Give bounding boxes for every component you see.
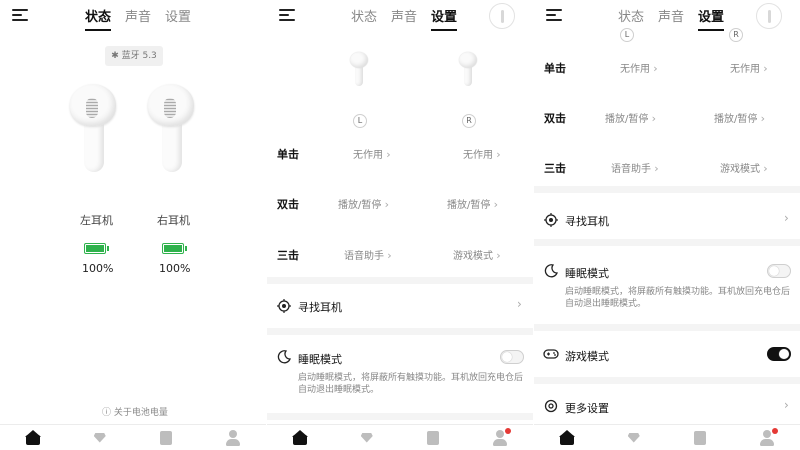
store-icon[interactable] [692,430,708,446]
settings-screen-top: 状态 声音 设置 L R 单击 无作用 › 无作用 › 双击 播放/暂停 › 播… [267,0,533,450]
tab-status[interactable]: 状态 [351,6,377,31]
sleep-mode-toggle[interactable] [500,350,524,364]
triple-tap-right[interactable]: 游戏模式 › [453,247,501,262]
triple-tap-title: 三击 [544,162,566,175]
double-tap-right[interactable]: 播放/暂停 › [714,110,765,125]
left-earbud-image [350,52,368,86]
earbud-thumbnail-icon [756,3,782,29]
right-battery-percent: 100% [159,262,191,275]
single-tap-right[interactable]: 无作用 › [730,60,768,75]
moon-icon [544,264,558,278]
sleep-mode-description: 启动睡眠模式，将屏蔽所有触摸功能。耳机放回充电仓后自动退出睡眠模式。 [565,287,791,309]
game-mode-toggle[interactable] [767,347,791,361]
menu-icon[interactable] [12,8,28,22]
right-badge: R [462,114,476,128]
screenshot-collage: 状态 声音 设置 ✱ 蓝牙 5.3 左耳机 右耳机 100% 100% ⓘ 关于… [0,0,800,450]
single-tap-left[interactable]: 无作用 › [353,146,391,161]
diamond-icon[interactable] [359,430,375,446]
gamepad-icon [543,349,559,359]
sleep-mode-description: 启动睡眠模式，将屏蔽所有触摸功能。耳机放回充电仓后自动退出睡眠模式。 [298,373,524,395]
about-battery-link[interactable]: ⓘ 关于电池电量 [102,405,168,418]
left-earbud-image [70,84,118,172]
tab-settings[interactable]: 设置 [431,6,458,31]
tab-settings[interactable]: 设置 [698,6,725,31]
moon-icon [277,350,291,364]
right-earbud-label: 右耳机 [157,214,190,227]
tab-sound[interactable]: 声音 [125,6,151,31]
tab-bar: 状态 声音 设置 [618,6,725,31]
single-tap-title: 单击 [277,148,299,161]
find-earbuds-label: 寻找耳机 [565,215,609,228]
store-icon[interactable] [425,430,441,446]
triple-tap-right[interactable]: 游戏模式 › [720,160,768,175]
left-battery-icon [84,243,109,254]
right-earbud-image [148,84,196,172]
triple-tap-title: 三击 [277,249,299,262]
bottom-nav [534,424,800,450]
single-tap-left[interactable]: 无作用 › [620,60,658,75]
bottom-nav [0,424,266,450]
tab-bar: 状态 声音 设置 [351,6,458,31]
target-icon [277,299,291,313]
store-icon[interactable] [158,430,174,446]
left-badge: L [353,114,367,128]
tab-status[interactable]: 状态 [85,6,112,31]
profile-icon[interactable] [492,427,511,446]
chevron-right-icon: › [517,297,522,311]
settings-screen-scrolled: 状态 声音 设置 L R 单击 无作用 › 无作用 › 双击 播放/暂停 › 播… [534,0,800,450]
single-tap-right[interactable]: 无作用 › [463,146,501,161]
home-icon[interactable] [559,429,576,446]
sleep-mode-card [534,246,800,324]
gesture-card [267,0,533,277]
right-battery-icon [162,243,187,254]
left-badge: L [620,28,634,42]
game-mode-title: 游戏模式 [565,350,609,363]
single-tap-title: 单击 [544,62,566,75]
tab-bar: 状态 声音 设置 [85,6,191,31]
bluetooth-version-badge: ✱ 蓝牙 5.3 [105,46,163,66]
left-earbud-label: 左耳机 [80,214,113,227]
double-tap-left[interactable]: 播放/暂停 › [338,196,389,211]
double-tap-title: 双击 [277,198,299,211]
chevron-right-icon: › [784,211,789,225]
profile-icon[interactable] [225,429,241,446]
menu-icon[interactable] [546,8,562,22]
right-earbud-image [459,52,477,86]
sleep-mode-title: 睡眠模式 [298,353,342,366]
diamond-icon[interactable] [626,430,642,446]
menu-icon[interactable] [279,8,295,22]
triple-tap-left[interactable]: 语音助手 › [611,160,659,175]
home-icon[interactable] [25,429,42,446]
home-icon[interactable] [292,429,309,446]
earbud-thumbnail-icon [489,3,515,29]
double-tap-title: 双击 [544,112,566,125]
double-tap-left[interactable]: 播放/暂停 › [605,110,656,125]
sleep-mode-title: 睡眠模式 [565,267,609,280]
notification-dot [771,427,778,434]
tab-status[interactable]: 状态 [618,6,644,31]
diamond-icon[interactable] [92,430,108,446]
chevron-right-icon: › [784,398,789,412]
sleep-mode-toggle[interactable] [767,264,791,278]
settings-gear-icon [544,399,558,413]
tab-settings[interactable]: 设置 [165,6,191,31]
bottom-nav [267,424,533,450]
tab-sound[interactable]: 声音 [658,6,684,31]
more-settings-label: 更多设置 [565,402,609,415]
left-battery-percent: 100% [82,262,114,275]
tab-sound[interactable]: 声音 [391,6,417,31]
status-screen: 状态 声音 设置 ✱ 蓝牙 5.3 左耳机 右耳机 100% 100% ⓘ 关于… [0,0,266,450]
right-badge: R [729,28,743,42]
find-earbuds-label: 寻找耳机 [298,301,342,314]
double-tap-right[interactable]: 播放/暂停 › [447,196,498,211]
triple-tap-left[interactable]: 语音助手 › [344,247,392,262]
profile-icon[interactable] [759,427,778,446]
target-icon [544,213,558,227]
notification-dot [504,427,511,434]
